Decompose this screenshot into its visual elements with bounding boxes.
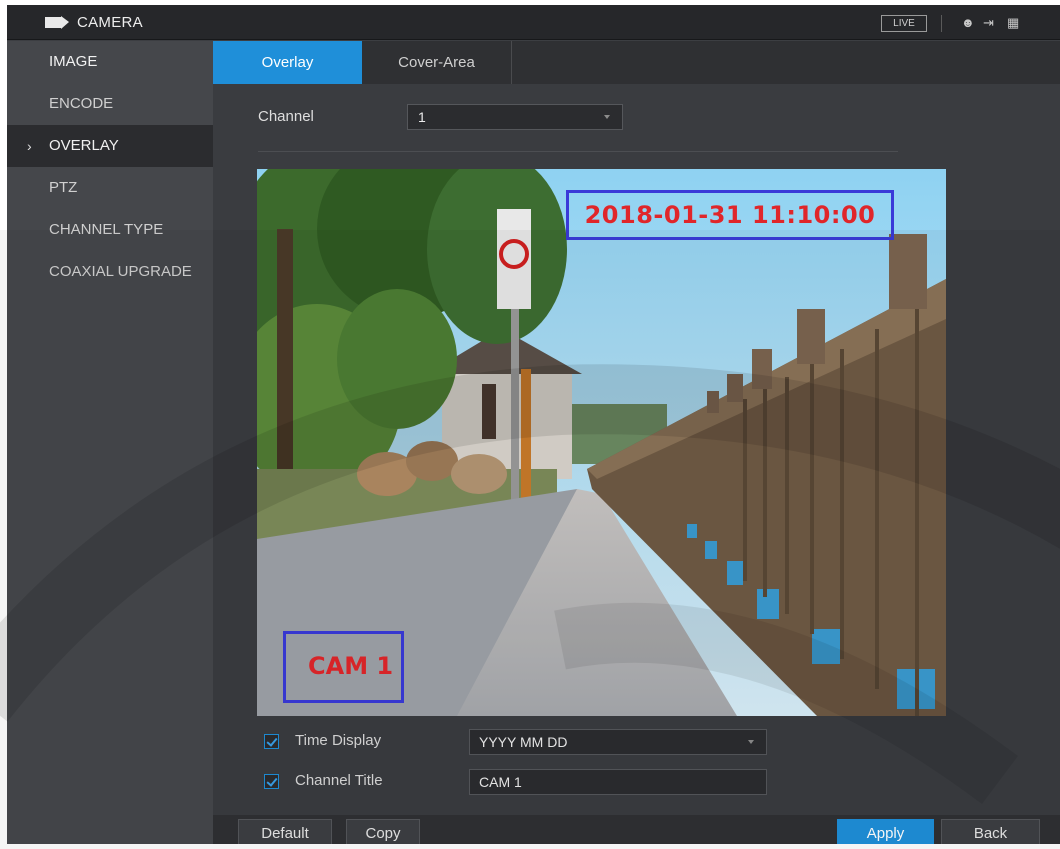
channel-title-overlay-box[interactable]: CAM 1 — [283, 631, 404, 703]
app-title: CAMERA — [77, 14, 143, 31]
sidebar-item-label: COAXIAL UPGRADE — [49, 263, 192, 280]
sidebar-item-label: CHANNEL TYPE — [49, 221, 164, 238]
chevron-down-icon — [604, 115, 610, 119]
apply-button[interactable]: Apply — [837, 819, 934, 844]
camera-icon — [45, 16, 69, 29]
time-display-checkbox[interactable] — [264, 734, 279, 749]
time-overlay-box[interactable]: 2018-01-31 11:10:00 — [566, 190, 894, 240]
sidebar-item-overlay[interactable]: › OVERLAY — [7, 125, 213, 167]
sidebar-item-image[interactable]: IMAGE — [7, 41, 213, 83]
sidebar-item-channel-type[interactable]: CHANNEL TYPE — [7, 209, 213, 251]
channel-label: Channel — [258, 108, 314, 125]
channel-title-input[interactable]: CAM 1 — [469, 769, 767, 795]
tab-bar: Overlay Cover-Area — [213, 41, 1060, 84]
sidebar-item-label: PTZ — [49, 179, 78, 196]
live-button[interactable]: LIVE — [881, 15, 927, 32]
channel-select[interactable]: 1 — [407, 104, 623, 130]
tab-overlay[interactable]: Overlay — [213, 41, 362, 84]
sidebar-item-encode[interactable]: ENCODE — [7, 83, 213, 125]
sidebar: IMAGE ENCODE › OVERLAY PTZ CHANNEL TYPE … — [7, 41, 213, 844]
main-panel: Overlay Cover-Area Channel 1 2018-01-31 … — [213, 41, 1060, 844]
bottom-button-bar: Default Copy Apply Back — [213, 815, 1060, 844]
time-display-label: Time Display — [295, 732, 382, 749]
sidebar-item-label: ENCODE — [49, 95, 114, 112]
top-bar: CAMERA LIVE ☻ ⇥ ▦ — [7, 5, 1060, 40]
sidebar-item-ptz[interactable]: PTZ — [7, 167, 213, 209]
chevron-down-icon — [748, 740, 754, 744]
channel-title-label: Channel Title — [295, 772, 383, 789]
sidebar-item-coaxial-upgrade[interactable]: COAXIAL UPGRADE — [7, 251, 213, 293]
video-preview[interactable]: 2018-01-31 11:10:00 CAM 1 — [257, 169, 946, 716]
camera-settings-window: CAMERA LIVE ☻ ⇥ ▦ IMAGE ENCODE › OVERLAY… — [7, 5, 1060, 844]
divider — [258, 151, 898, 152]
channel-title-checkbox[interactable] — [264, 774, 279, 789]
logout-icon[interactable]: ⇥ — [983, 15, 994, 31]
divider — [941, 15, 942, 32]
default-button[interactable]: Default — [238, 819, 332, 844]
time-format-value: YYYY MM DD — [479, 734, 568, 750]
time-format-select[interactable]: YYYY MM DD — [469, 729, 767, 755]
user-icon[interactable]: ☻ — [961, 15, 975, 31]
chevron-right-icon: › — [27, 138, 32, 154]
qr-code-icon[interactable]: ▦ — [1007, 15, 1019, 31]
time-overlay-text: 2018-01-31 11:10:00 — [584, 201, 876, 229]
channel-title-overlay-text: CAM 1 — [308, 652, 394, 680]
tab-cover-area[interactable]: Cover-Area — [362, 41, 512, 84]
channel-value: 1 — [418, 109, 426, 125]
sidebar-item-label: IMAGE — [49, 53, 98, 70]
sidebar-item-label: OVERLAY — [49, 137, 119, 154]
copy-button[interactable]: Copy — [346, 819, 420, 844]
back-button[interactable]: Back — [941, 819, 1040, 844]
